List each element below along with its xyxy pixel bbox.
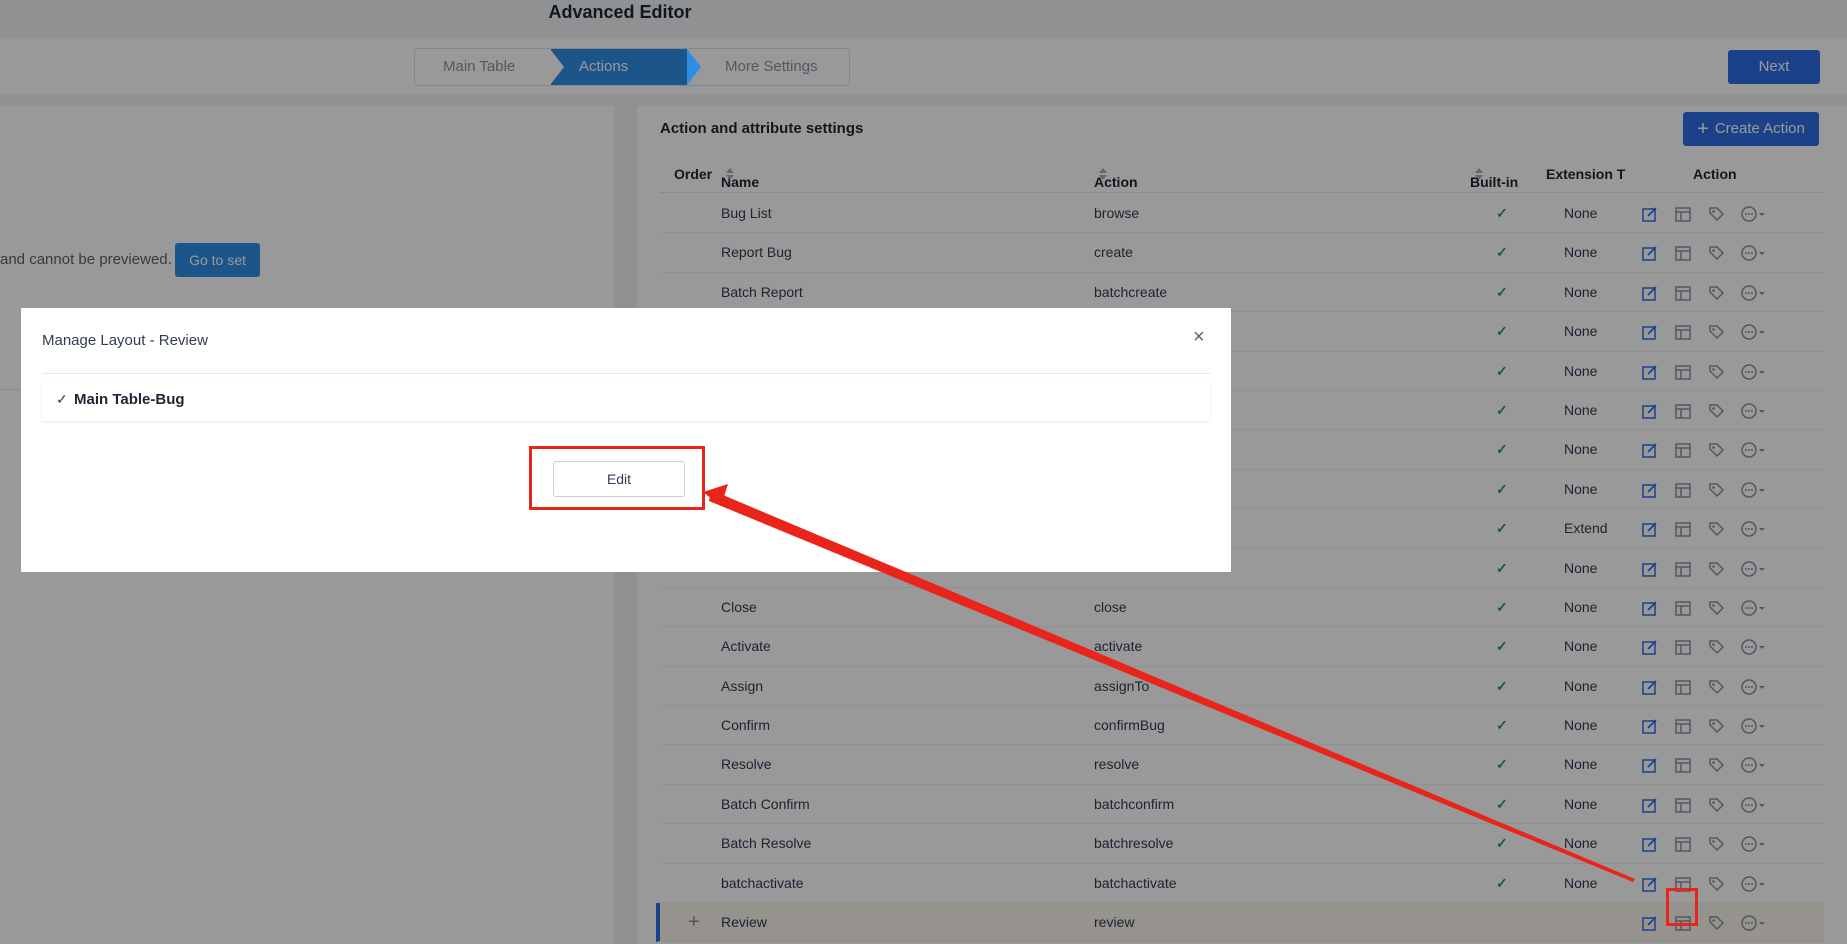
highlight-box <box>529 446 705 510</box>
close-icon[interactable]: × <box>1193 326 1205 349</box>
layout-item-main-table-bug[interactable]: ✓ Main Table-Bug <box>42 381 1210 421</box>
layout-item-label: Main Table-Bug <box>74 391 185 408</box>
modal-title: Manage Layout - Review <box>42 332 208 349</box>
highlight-box <box>1666 888 1698 926</box>
divider <box>42 373 1210 374</box>
manage-layout-modal: Manage Layout - Review × ✓ Main Table-Bu… <box>21 308 1231 572</box>
check-icon: ✓ <box>56 391 68 407</box>
